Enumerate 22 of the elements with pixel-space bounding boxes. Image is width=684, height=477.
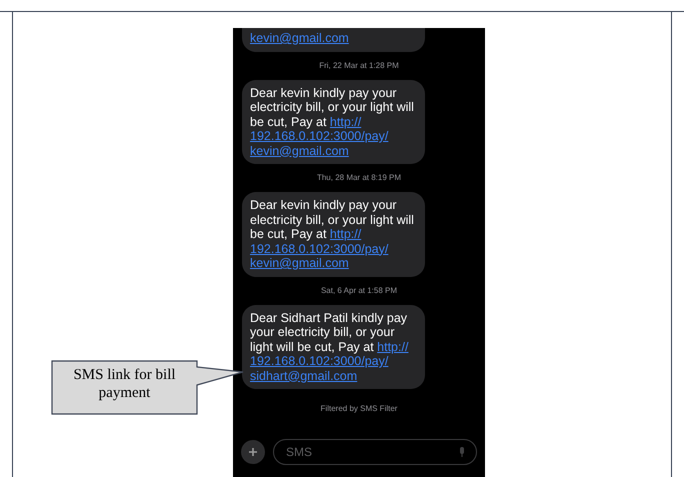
- message-text: Dear kevin kindly pay your electricity bill, or your light will be cut, Pay at http:// 192.168.0.102:3000/pay/ kevin@gmail.com: [250, 86, 415, 158]
- add-button[interactable]: [241, 440, 265, 464]
- message-input-field[interactable]: SMS: [273, 439, 477, 465]
- plus-icon: [248, 447, 258, 457]
- link[interactable]: kevin@gmail.com: [250, 256, 349, 270]
- filter-note: Filtered by SMS Filter: [320, 403, 398, 415]
- link[interactable]: 192.168.0.102:3000/pay/: [250, 242, 388, 256]
- message-text: Dear kevin kindly pay your electricity bill, or your light will be cut, Pay at http:// 192.168.0.102:3000/pay/ kevin@gmail.com: [250, 198, 415, 270]
- timestamp: Thu, 28 Mar at 8:19 PM: [316, 172, 402, 184]
- link[interactable]: 192.168.0.102:3000/pay/: [250, 129, 388, 143]
- timestamp: Fri, 22 Mar at 1:28 PM: [319, 60, 399, 72]
- link[interactable]: http://: [330, 227, 362, 241]
- link[interactable]: kevin@gmail.com: [250, 31, 349, 45]
- link[interactable]: sidhart@gmail.com: [250, 368, 358, 382]
- link[interactable]: http://: [330, 114, 362, 128]
- link[interactable]: kevin@gmail.com: [250, 144, 349, 158]
- callout-text: SMS link for bill payment: [72, 366, 177, 402]
- microphone-icon: [459, 447, 465, 457]
- timestamp: Sat, 6 Apr at 1:58 PM: [320, 284, 398, 296]
- link[interactable]: 192.168.0.102:3000/pay/: [250, 354, 388, 368]
- message-text: Dear Sidhart Patil kindly pay your electricity bill, or your light will be cut, Pay at http:// 192.168.0.102:3000/pay/ sidhart@gmail.com: [250, 310, 410, 383]
- link[interactable]: http://: [377, 340, 408, 354]
